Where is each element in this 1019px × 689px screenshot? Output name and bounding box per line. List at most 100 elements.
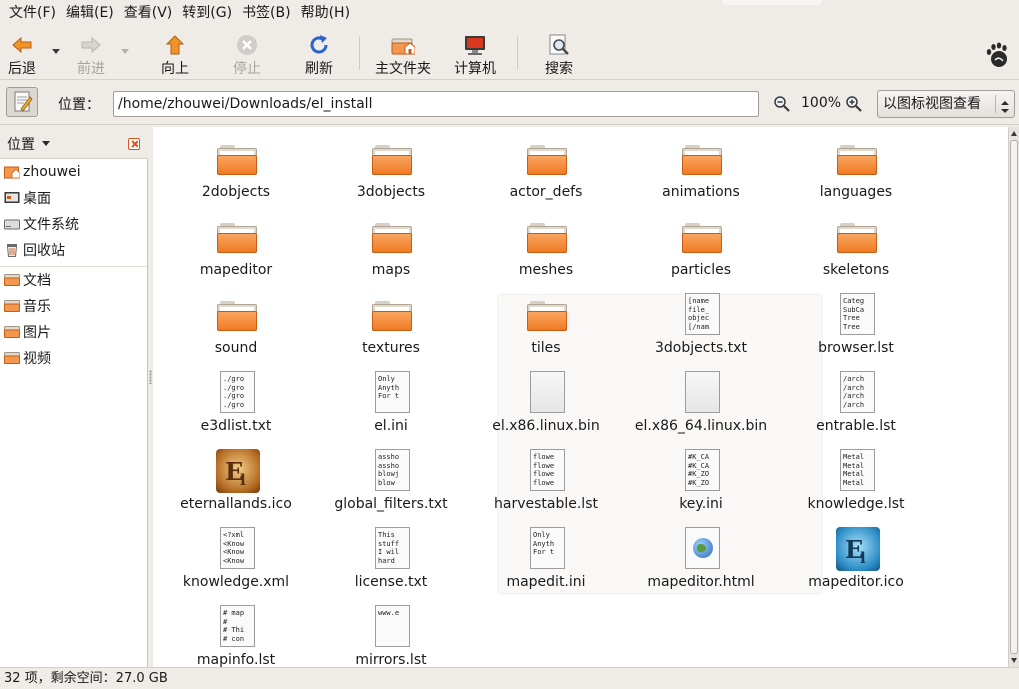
file-item[interactable]: assho assho blowj blow global_filters.txt [314,443,468,521]
location-edit-toggle[interactable] [6,87,38,117]
forward-arrow-icon [79,33,103,57]
text-file-icon: # map # # Thi # con [216,605,258,647]
vertical-scrollbar[interactable] [1008,127,1019,667]
folder-icon [371,293,413,335]
scrollbar-thumb[interactable] [1010,140,1018,654]
text-file-icon: #K_CA #K_CA #K_ZO #K_ZO [681,449,723,491]
file-name: key.ini [679,496,723,512]
stop-button[interactable]: 停止 [229,28,265,78]
text-file-icon: ./gro ./gro ./gro ./gro [216,371,258,413]
computer-button[interactable]: 计算机 [451,28,499,78]
chevron-down-icon[interactable] [42,141,50,146]
folder-icon [526,293,568,335]
menu-help[interactable]: 帮助(H) [296,0,355,26]
sidebar-title[interactable]: 位置 [7,134,35,154]
status-bar: 32 项，剩余空间：27.0 GB [0,667,1019,689]
folder-item[interactable]: sound [159,287,313,365]
file-name: actor_defs [509,184,583,200]
folder-item[interactable]: 3dobjects [314,131,468,209]
file-item[interactable]: <?xml <Know <Know <Know knowledge.xml [159,521,313,599]
file-item[interactable]: flowe flowe flowe flowe harvestable.lst [469,443,623,521]
sidebar-item-5[interactable]: 音乐 [0,294,147,318]
file-item[interactable]: el.x86_64.linux.bin [624,365,778,443]
file-item[interactable]: #K_CA #K_CA #K_ZO #K_ZO key.ini [624,443,778,521]
folder-item[interactable]: particles [624,209,778,287]
sidebar-item-3[interactable]: 回收站 [0,238,147,262]
file-name: textures [362,340,420,356]
folder-item[interactable]: skeletons [779,209,933,287]
folder-item[interactable]: mapeditor [159,209,313,287]
file-item[interactable]: www.e mirrors.lst [314,599,468,667]
file-item[interactable]: El eternallands.ico [159,443,313,521]
file-name: browser.lst [818,340,894,356]
folder-item[interactable]: languages [779,131,933,209]
folder-item[interactable]: actor_defs [469,131,623,209]
reload-button[interactable]: 刷新 [301,28,337,78]
folder-icon [836,137,878,179]
zoom-out-icon[interactable] [773,95,791,113]
folder-icon [526,215,568,257]
menu-edit[interactable]: 编辑(E) [61,0,119,26]
zoom-level[interactable]: 100% [801,95,841,111]
back-history-dropdown[interactable] [52,49,60,54]
menu-bookmarks[interactable]: 书签(B) [237,0,296,26]
forward-history-dropdown[interactable] [121,49,129,54]
file-item[interactable]: Only Anyth For t mapedit.ini [469,521,623,599]
drive-icon [4,217,20,231]
file-item[interactable]: [name file_ objec [/nam 3dobjects.txt [624,287,778,365]
file-item[interactable]: ./gro ./gro ./gro ./gro e3dlist.txt [159,365,313,443]
file-item[interactable]: mapeditor.html [624,521,778,599]
sidebar-item-label: 图片 [23,325,51,341]
sidebar-header: 位置 [0,127,148,159]
zoom-in-icon[interactable] [845,95,863,113]
folder-item[interactable]: maps [314,209,468,287]
file-name: mapeditor [199,262,273,278]
file-name: languages [819,184,893,200]
menu-file[interactable]: 文件(F) [4,0,61,26]
file-name: mapedit.ini [506,574,586,590]
back-label: 后退 [8,61,36,77]
menu-view[interactable]: 查看(V) [119,0,178,26]
forward-label: 前进 [77,61,105,77]
file-item[interactable]: This stuff I wil hard license.txt [314,521,468,599]
file-name: meshes [518,262,574,278]
sidebar-item-4[interactable]: 文档 [0,268,147,292]
close-icon[interactable] [128,138,140,150]
file-name: particles [670,262,732,278]
view-mode-select[interactable]: 以图标视图查看 [877,90,1015,118]
file-item[interactable]: Only Anyth For t el.ini [314,365,468,443]
stop-label: 停止 [233,61,261,77]
sidebar-item-2[interactable]: 文件系统 [0,212,147,236]
folder-item[interactable]: textures [314,287,468,365]
file-item[interactable]: El mapeditor.ico [779,521,933,599]
file-item[interactable]: Metal Metal Metal Metal knowledge.lst [779,443,933,521]
menu-go[interactable]: 转到(G) [177,0,237,26]
folder-item[interactable]: 2dobjects [159,131,313,209]
file-item[interactable]: el.x86.linux.bin [469,365,623,443]
reload-label: 刷新 [305,61,333,77]
location-path-input[interactable] [113,91,759,117]
file-name: global_filters.txt [334,496,448,512]
sidebar-item-0[interactable]: zhouwei [0,160,147,184]
file-name: license.txt [354,574,428,590]
file-item[interactable]: # map # # Thi # con mapinfo.lst [159,599,313,667]
up-button[interactable]: 向上 [158,28,192,78]
folder-item[interactable]: tiles [469,287,623,365]
gnome-foot-icon [986,42,1008,68]
file-item[interactable]: Categ SubCa Tree Tree browser.lst [779,287,933,365]
home-button[interactable]: 主文件夹 [371,28,435,78]
pane-resize-handle[interactable] [149,370,152,384]
back-button[interactable]: 后退 [5,28,39,78]
forward-button[interactable]: 前进 [73,28,109,78]
scroll-down-icon[interactable] [1011,658,1017,663]
folder-icon [526,137,568,179]
scroll-up-icon[interactable] [1011,131,1017,136]
folder-item[interactable]: animations [624,131,778,209]
sidebar-item-1[interactable]: 桌面 [0,186,147,210]
sidebar-item-6[interactable]: 图片 [0,320,147,344]
sidebar-item-7[interactable]: 视频 [0,346,147,370]
file-name: 3dobjects [356,184,426,200]
folder-item[interactable]: meshes [469,209,623,287]
search-button[interactable]: 搜索 [541,28,577,78]
file-item[interactable]: /arch /arch /arch /arch entrable.lst [779,365,933,443]
